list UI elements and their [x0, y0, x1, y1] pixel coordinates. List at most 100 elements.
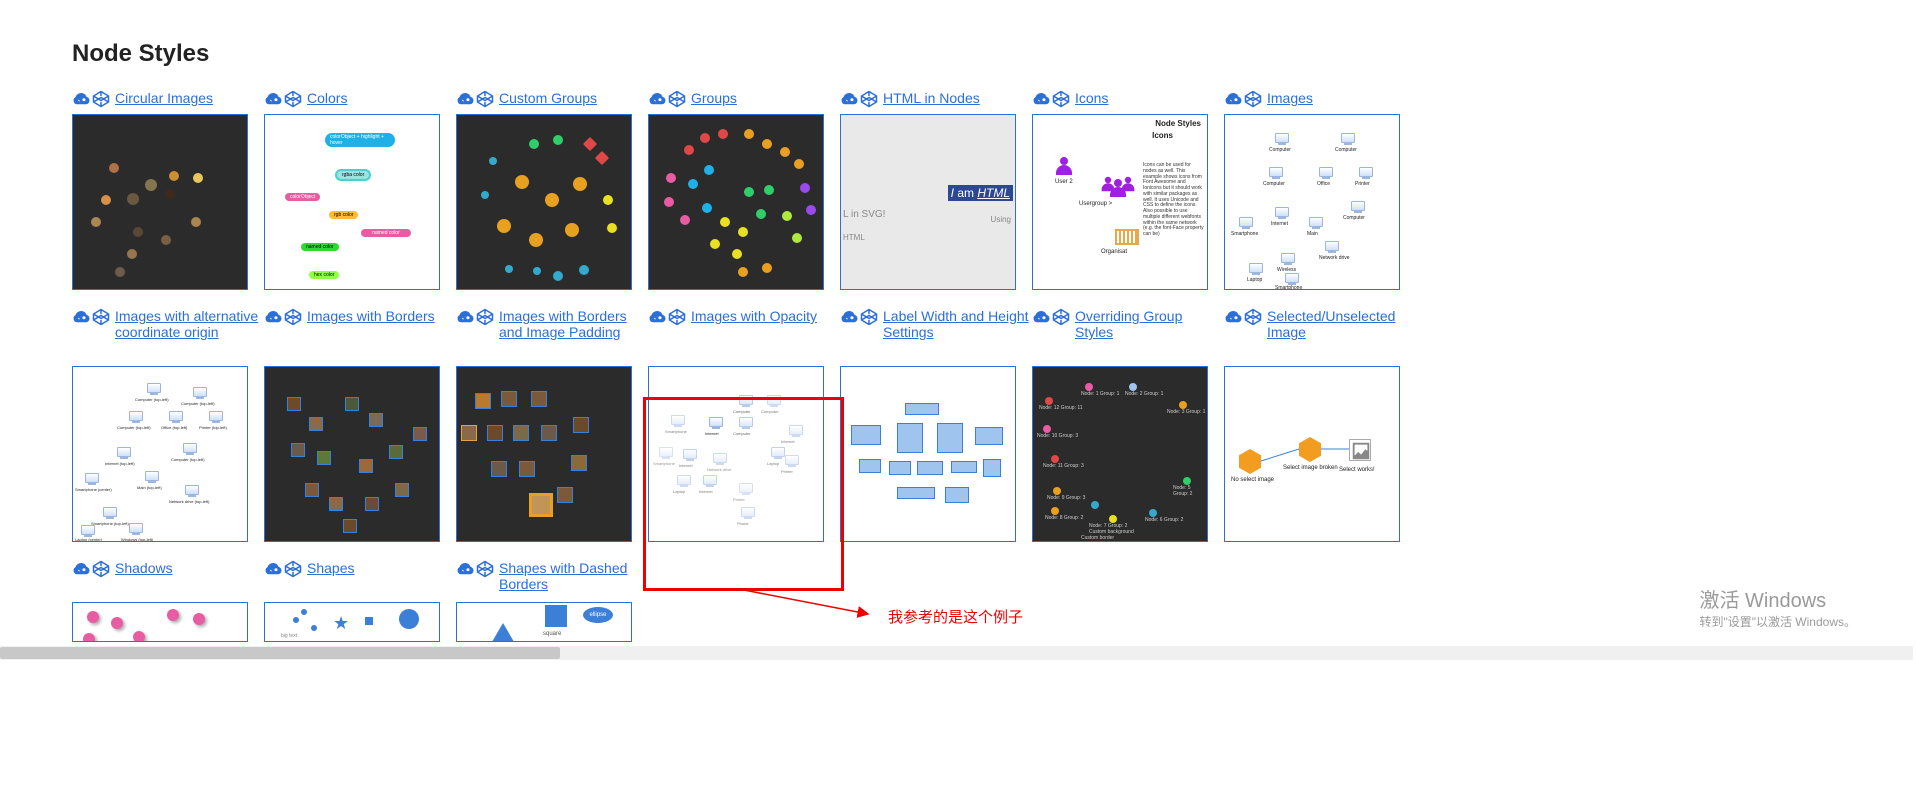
device-label: Internet [705, 431, 719, 436]
jsfiddle-icon[interactable] [1224, 308, 1242, 326]
codepen-icon[interactable] [668, 308, 686, 326]
device-icon [1269, 167, 1283, 181]
thumb-icons[interactable]: Node Styles Icons User 2 Usergroup > Org… [1032, 114, 1208, 290]
codepen-icon[interactable] [284, 308, 302, 326]
thumb-img-opacity[interactable]: Smartphone Internet Computer Computer Co… [648, 366, 824, 542]
codepen-icon[interactable] [860, 90, 878, 108]
codepen-icon[interactable] [92, 308, 110, 326]
card-images: Images Computer Computer Computer Off [1224, 90, 1414, 290]
jsfiddle-icon[interactable] [72, 560, 90, 578]
link-shadows[interactable]: Shadows [115, 560, 173, 576]
thumb-sel-image[interactable]: No select image Select image broken Sele… [1224, 366, 1400, 542]
device-label: Computer (top-left) [117, 425, 151, 430]
jsfiddle-icon[interactable] [648, 90, 666, 108]
node-label: Node: 1 Group: 1 [1081, 391, 1119, 397]
device-label: Internet [679, 463, 693, 468]
device-icon [1275, 133, 1289, 147]
thumb-label-wh[interactable] [840, 366, 1016, 542]
jsfiddle-icon[interactable] [456, 560, 474, 578]
codepen-icon[interactable] [476, 90, 494, 108]
device-label: Computer (top-left) [171, 457, 205, 462]
jsfiddle-icon[interactable] [840, 90, 858, 108]
codepen-icon[interactable] [92, 90, 110, 108]
codepen-icon[interactable] [476, 560, 494, 578]
codepen-icon[interactable] [1244, 90, 1262, 108]
node-label: Custom border [1081, 535, 1114, 541]
codepen-icon[interactable] [476, 308, 494, 326]
codepen-icon[interactable] [284, 90, 302, 108]
codepen-icon[interactable] [1052, 308, 1070, 326]
link-img-borders[interactable]: Images with Borders [307, 308, 435, 324]
horizontal-scrollbar-track[interactable] [0, 646, 1913, 660]
link-html-in-nodes[interactable]: HTML in Nodes [883, 90, 980, 106]
jsfiddle-icon[interactable] [72, 308, 90, 326]
jsfiddle-icon[interactable] [72, 90, 90, 108]
device-label: Computer [761, 409, 779, 414]
link-label-wh[interactable]: Label Width and Height Settings [883, 308, 1030, 340]
thumb-shapes[interactable]: ★ big text [264, 602, 440, 642]
thumb-images[interactable]: Computer Computer Computer Office Printe… [1224, 114, 1400, 290]
link-colors[interactable]: Colors [307, 90, 347, 106]
thumb-custom-groups[interactable] [456, 114, 632, 290]
codepen-icon[interactable] [668, 90, 686, 108]
square-shape [545, 605, 567, 627]
horizontal-scrollbar-thumb[interactable] [0, 647, 560, 659]
thumb-shadows[interactable] [72, 602, 248, 642]
codepen-icon[interactable] [860, 308, 878, 326]
thumb-html-in-nodes[interactable]: I am HTML L in SVG! Using HTML [840, 114, 1016, 290]
hex-node [1299, 437, 1321, 462]
thumb-circular-images[interactable] [72, 114, 248, 290]
card-shapes-dashed: Shapes with Dashed Borders ellipse squar… [456, 560, 646, 642]
link-sel-image[interactable]: Selected/Unselected Image [1267, 308, 1414, 340]
device-icon [1351, 201, 1365, 215]
thumb-colors[interactable]: colorObject + highlight + hover rgba col… [264, 114, 440, 290]
codepen-icon[interactable] [92, 560, 110, 578]
example-grid-row-2: Images with alternative coordinate origi… [72, 308, 1916, 560]
device-label: Computer [1343, 215, 1365, 221]
device-label: Network drive [707, 467, 731, 472]
codepen-icon[interactable] [1052, 90, 1070, 108]
jsfiddle-icon[interactable] [840, 308, 858, 326]
device-icon [1325, 241, 1339, 255]
link-img-alt-origin[interactable]: Images with alternative coordinate origi… [115, 308, 262, 340]
thumb-img-borders[interactable] [264, 366, 440, 542]
jsfiddle-icon[interactable] [1032, 90, 1050, 108]
link-img-borders-pad[interactable]: Images with Borders and Image Padding [499, 308, 646, 340]
thumb-groups[interactable] [648, 114, 824, 290]
device-label: Main (top-left) [137, 485, 162, 490]
link-circular-images[interactable]: Circular Images [115, 90, 213, 106]
shape-label: big text [281, 633, 297, 639]
node-label: Node: 6 Group: 2 [1145, 517, 1183, 523]
link-images[interactable]: Images [1267, 90, 1313, 106]
device-label: Internet [699, 489, 713, 494]
jsfiddle-icon[interactable] [264, 90, 282, 108]
codepen-icon[interactable] [1244, 308, 1262, 326]
jsfiddle-icon[interactable] [264, 560, 282, 578]
thumb-img-alt-origin[interactable]: Computer (top-left) Computer (top-left) … [72, 366, 248, 542]
device-label: Smartphone [653, 461, 675, 466]
thumb-img-borders-pad[interactable] [456, 366, 632, 542]
link-img-opacity[interactable]: Images with Opacity [691, 308, 817, 324]
card-img-opacity: Images with Opacity Smartphone Inte [648, 308, 838, 542]
link-shapes[interactable]: Shapes [307, 560, 354, 576]
html-line2: L in SVG! [843, 209, 885, 220]
jsfiddle-icon[interactable] [456, 90, 474, 108]
device-icon [683, 449, 697, 463]
jsfiddle-icon[interactable] [264, 308, 282, 326]
jsfiddle-icon[interactable] [648, 308, 666, 326]
jsfiddle-icon[interactable] [1032, 308, 1050, 326]
jsfiddle-icon[interactable] [1224, 90, 1242, 108]
device-label: Computer [1263, 181, 1285, 187]
device-label: Computer (top-left) [135, 397, 169, 402]
thumb-group-override[interactable]: Node: 1 Group: 1 Node: 12 Group: 11 Node… [1032, 366, 1208, 542]
link-groups[interactable]: Groups [691, 90, 737, 106]
codepen-icon[interactable] [284, 560, 302, 578]
jsfiddle-icon[interactable] [456, 308, 474, 326]
node-label: Node: 3 Group: 1 [1167, 409, 1205, 415]
device-icon [193, 387, 207, 401]
thumb-shapes-dashed[interactable]: ellipse square [456, 602, 632, 642]
link-custom-groups[interactable]: Custom Groups [499, 90, 597, 106]
link-group-override[interactable]: Overriding Group Styles [1075, 308, 1222, 340]
link-icons[interactable]: Icons [1075, 90, 1108, 106]
link-shapes-dashed[interactable]: Shapes with Dashed Borders [499, 560, 646, 592]
